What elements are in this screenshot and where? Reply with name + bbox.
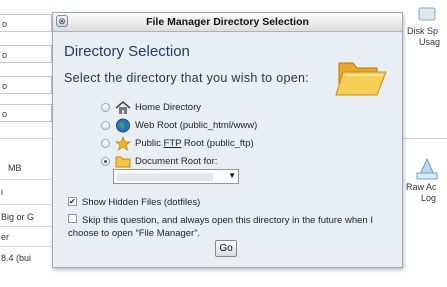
skip-question-row[interactable]: Skip this question, and always open this…	[68, 213, 388, 241]
home-icon	[115, 101, 131, 114]
raw-access-logs-icon	[416, 157, 438, 180]
public-ftp-radio[interactable]	[101, 139, 110, 148]
dialog-instruction: Select the directory that you wish to op…	[64, 71, 309, 85]
bg-left-text-3: Big or G	[1, 212, 35, 222]
bg-left-cell-3: o	[0, 76, 52, 94]
bg-right-text-log[interactable]: Log	[421, 193, 436, 203]
bg-right-divider	[403, 138, 447, 139]
domain-select-value	[117, 173, 213, 181]
show-hidden-files-label: Show Hidden Files (dotfiles)	[82, 197, 201, 208]
ftp-icon	[115, 136, 131, 151]
folder-icon	[115, 156, 131, 168]
directory-selection-dialog: ⊗ File Manager Directory Selection Direc…	[52, 12, 403, 268]
bg-divider	[0, 138, 56, 139]
document-root-radio[interactable]	[101, 157, 110, 166]
bg-left-cell-2: o	[0, 45, 52, 63]
dialog-titlebar: ⊗ File Manager Directory Selection	[53, 13, 402, 32]
background-right-panel: Disk Sp Usag Raw Ac Log	[403, 0, 447, 287]
option-public-ftp-root[interactable]: Public FTP Root (public_ftp)	[101, 136, 321, 152]
bg-right-text-raw[interactable]: Raw Ac	[406, 182, 437, 192]
home-directory-radio[interactable]	[101, 103, 110, 112]
public-ftp-label: Public FTP Root (public_ftp)	[135, 138, 254, 149]
skip-question-label: Skip this question, and always open this…	[68, 215, 373, 239]
web-root-label: Web Root (public_html/www)	[135, 120, 258, 131]
chevron-down-icon[interactable]: ▼	[228, 171, 236, 180]
globe-icon	[116, 118, 130, 133]
bg-divider	[0, 179, 56, 180]
go-button[interactable]: Go	[215, 240, 237, 257]
home-directory-label: Home Directory	[135, 102, 201, 113]
show-hidden-files-checkbox[interactable]: ✔	[68, 197, 77, 206]
bg-left-cell-4: o	[0, 104, 52, 122]
option-web-root[interactable]: Web Root (public_html/www)	[101, 118, 321, 134]
open-folder-icon	[335, 62, 387, 96]
bg-left-text-4: er	[1, 232, 10, 242]
domain-select[interactable]: ▼	[113, 169, 239, 184]
document-root-label: Document Root for:	[135, 156, 218, 167]
disk-space-icon	[418, 7, 436, 21]
bg-divider	[0, 204, 56, 205]
bg-right-text-usage[interactable]: Usag	[419, 37, 440, 47]
dialog-heading: Directory Selection	[64, 43, 190, 60]
dialog-title: File Manager Directory Selection	[146, 16, 309, 28]
bg-left-text-2: i	[1, 187, 3, 197]
bg-left-text-5: 8.4 (bui	[1, 253, 32, 263]
background-left-panel: o o o o MB i Big or G er 8.4 (bui	[0, 0, 60, 287]
bg-right-text-disk[interactable]: Disk Sp	[407, 26, 438, 36]
show-hidden-files-row[interactable]: ✔ Show Hidden Files (dotfiles)	[68, 196, 268, 209]
option-home-directory[interactable]: Home Directory	[101, 100, 301, 116]
option-document-root[interactable]: Document Root for:	[101, 154, 321, 170]
bg-divider	[0, 226, 56, 227]
bg-divider	[0, 246, 56, 247]
bg-left-cell-1: o	[0, 14, 52, 32]
web-root-radio[interactable]	[101, 121, 110, 130]
bg-left-text-1: MB	[8, 163, 22, 173]
